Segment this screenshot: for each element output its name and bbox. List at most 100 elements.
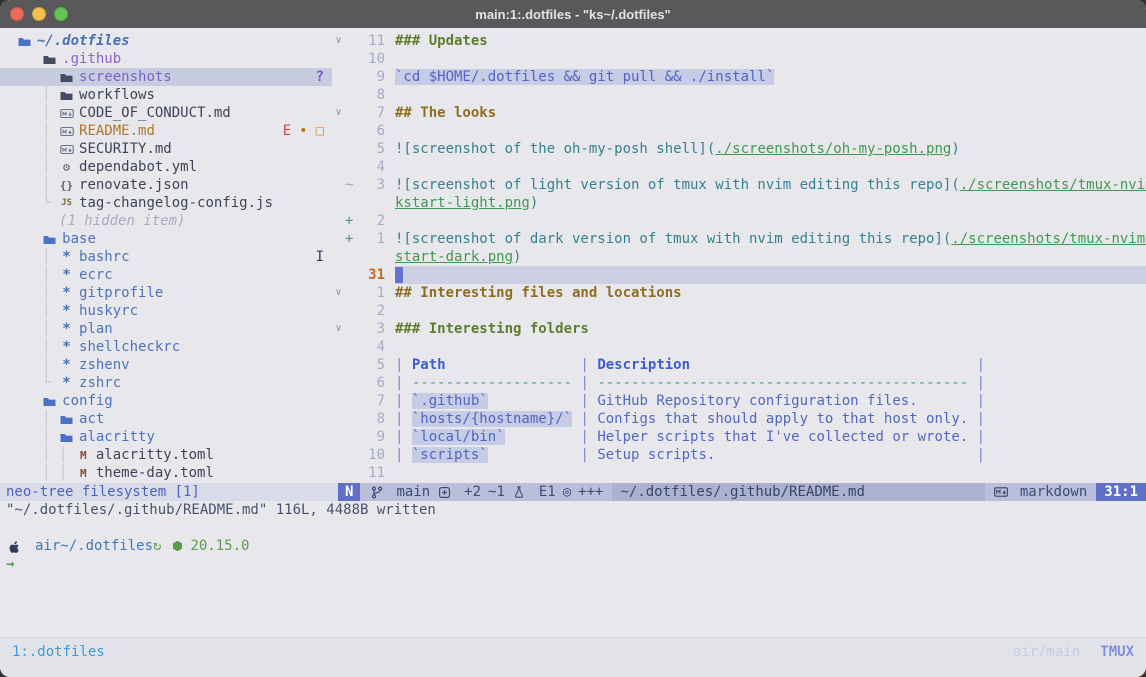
- tmux-statusbar: 1:.dotfiles air/main TMUX: [0, 637, 1146, 677]
- tree-item-tag-changelog-config-js[interactable]: └ JStag-changelog-config.js: [0, 194, 332, 212]
- tree-item-label: renovate.json: [79, 177, 189, 193]
- tree-item-base[interactable]: base: [0, 230, 332, 248]
- editor-line[interactable]: 9`cd $HOME/.dotfiles && git pull && ./in…: [332, 68, 1146, 86]
- tree-item-zshenv[interactable]: │ *zshenv: [0, 356, 332, 374]
- fold-chevron-icon[interactable]: ∨: [332, 320, 345, 338]
- tree-item-gitprofile[interactable]: │ *gitprofile: [0, 284, 332, 302]
- fold-column: [332, 248, 345, 266]
- editor-line-text: [395, 212, 1146, 230]
- folder-icon: [59, 72, 74, 83]
- editor-line[interactable]: ∨3### Interesting folders: [332, 320, 1146, 338]
- tree-item-code-of-conduct-md[interactable]: │ CODE_OF_CONDUCT.md: [0, 104, 332, 122]
- tree-item-theme-day-toml[interactable]: │ │ Mtheme-day.toml: [0, 464, 332, 482]
- current-line-number: 31: [357, 266, 385, 284]
- editor-line[interactable]: 8: [332, 86, 1146, 104]
- close-button[interactable]: [10, 7, 24, 21]
- tree-item-shellcheckrc[interactable]: │ *shellcheckrc: [0, 338, 332, 356]
- gitsigns-column: [345, 140, 357, 158]
- text-segment: `hosts/{hostname}/`: [412, 411, 572, 427]
- text-segment: [505, 429, 572, 445]
- editor-line[interactable]: kstart-light.png): [332, 194, 1146, 212]
- line-number: 7: [357, 104, 385, 122]
- editor-line[interactable]: start-dark.png): [332, 248, 1146, 266]
- tree-item-alacritty[interactable]: │ alacritty: [0, 428, 332, 446]
- text-segment: kstart-light.png: [395, 195, 530, 211]
- folder-icon: [42, 54, 57, 65]
- tree-item-label: workflows: [79, 87, 155, 103]
- gitsigns-column: [345, 50, 357, 68]
- prompt-arrow: →: [0, 555, 1146, 573]
- tree-indent-guides: │: [0, 267, 59, 283]
- tree-item-bashrc[interactable]: │ *bashrcI: [0, 248, 332, 266]
- tree-item-1-hidden-item[interactable]: (1 hidden item): [0, 212, 332, 230]
- zoom-button[interactable]: [54, 7, 68, 21]
- diff-modified: ~1: [488, 483, 505, 501]
- editor-line[interactable]: ∨7## The looks: [332, 104, 1146, 122]
- tree-indent-guides: [0, 213, 59, 229]
- asterisk-icon: *: [59, 303, 74, 319]
- editor-line[interactable]: 10: [332, 50, 1146, 68]
- tree-item-dependabot-yml[interactable]: │ ⚙dependabot.yml: [0, 158, 332, 176]
- line-number: 8: [357, 86, 385, 104]
- tree-item-github[interactable]: .github: [0, 50, 332, 68]
- tree-item-plan[interactable]: │ *plan: [0, 320, 332, 338]
- tree-item-label: plan: [79, 321, 113, 337]
- editor-line[interactable]: +1![screenshot of dark version of tmux w…: [332, 230, 1146, 248]
- editor-line[interactable]: +2: [332, 212, 1146, 230]
- asterisk-icon: *: [59, 375, 74, 391]
- editor-line[interactable]: 2: [332, 302, 1146, 320]
- minimize-button[interactable]: [32, 7, 46, 21]
- editor-line[interactable]: ∨1## Interesting files and locations: [332, 284, 1146, 302]
- git-sync-icon: ↻: [153, 538, 161, 554]
- editor-line[interactable]: 4: [332, 338, 1146, 356]
- toml-icon: M: [76, 467, 91, 480]
- fold-chevron-icon[interactable]: ∨: [332, 284, 345, 302]
- editor-line-text: [395, 266, 1146, 284]
- editor-line-text: start-dark.png): [395, 248, 1146, 266]
- fold-chevron-icon[interactable]: ∨: [332, 32, 345, 50]
- gear-icon: ⚙: [59, 160, 74, 174]
- editor-line[interactable]: 6: [332, 122, 1146, 140]
- tree-item-renovate-json[interactable]: │ {}renovate.json: [0, 176, 332, 194]
- apple-icon: [6, 540, 21, 553]
- tree-item-huskyrc[interactable]: │ *huskyrc: [0, 302, 332, 320]
- editor-line[interactable]: 8| `hosts/{hostname}/` | Configs that sh…: [332, 410, 1146, 428]
- tree-item-config[interactable]: config: [0, 392, 332, 410]
- editor-line[interactable]: 31: [332, 266, 1146, 284]
- text-segment: [488, 447, 572, 463]
- editor-line-text: [395, 50, 1146, 68]
- tree-item-dotfiles[interactable]: ~/.dotfiles: [0, 32, 332, 50]
- editor-line[interactable]: 9| `local/bin` | Helper scripts that I'v…: [332, 428, 1146, 446]
- tree-indent-guides: [0, 51, 42, 67]
- editor-line[interactable]: 6| ------------------- | ---------------…: [332, 374, 1146, 392]
- tree-item-label: (1 hidden item): [59, 213, 185, 229]
- editor-line[interactable]: ~3![screenshot of light version of tmux …: [332, 176, 1146, 194]
- editor-line[interactable]: 5![screenshot of the oh-my-posh shell](.…: [332, 140, 1146, 158]
- tree-item-ecrc[interactable]: │ *ecrc: [0, 266, 332, 284]
- editor-line-text: [395, 302, 1146, 320]
- gitsigns-column: [345, 68, 357, 86]
- text-segment: |: [572, 429, 597, 445]
- editor-line[interactable]: 11: [332, 464, 1146, 482]
- editor-line[interactable]: 5| Path | Description |: [332, 356, 1146, 374]
- tree-item-act[interactable]: │ act: [0, 410, 332, 428]
- editor-line[interactable]: 4: [332, 158, 1146, 176]
- tree-item-screenshots[interactable]: │ screenshots?: [0, 68, 332, 86]
- editor-line[interactable]: ∨11### Updates: [332, 32, 1146, 50]
- tree-item-security-md[interactable]: │ SECURITY.md: [0, 140, 332, 158]
- filetype-label: markdown: [1020, 483, 1087, 501]
- fold-chevron-icon[interactable]: ∨: [332, 104, 345, 122]
- tree-item-readme-md[interactable]: │ README.mdE•□: [0, 122, 332, 140]
- tmux-window-tab[interactable]: 1:.dotfiles: [12, 644, 105, 660]
- terminal-empty-area: [0, 573, 1146, 637]
- editor-buffer: ∨11### Updates109`cd $HOME/.dotfiles && …: [332, 28, 1146, 483]
- tree-item-zshrc[interactable]: └ *zshrc: [0, 374, 332, 392]
- editor-line[interactable]: 7| `.github` | GitHub Repository configu…: [332, 392, 1146, 410]
- tree-item-workflows[interactable]: │ workflows: [0, 86, 332, 104]
- tree-item-alacritty-toml[interactable]: │ │ Malacritty.toml: [0, 446, 332, 464]
- editor-line[interactable]: 10| `scripts` | Setup scripts. |: [332, 446, 1146, 464]
- tmux-session-name: air/main: [1013, 644, 1080, 660]
- editor-line-text: | ------------------- | ----------------…: [395, 374, 1146, 392]
- blank-line: [0, 519, 1146, 537]
- line-number: 9: [357, 68, 385, 86]
